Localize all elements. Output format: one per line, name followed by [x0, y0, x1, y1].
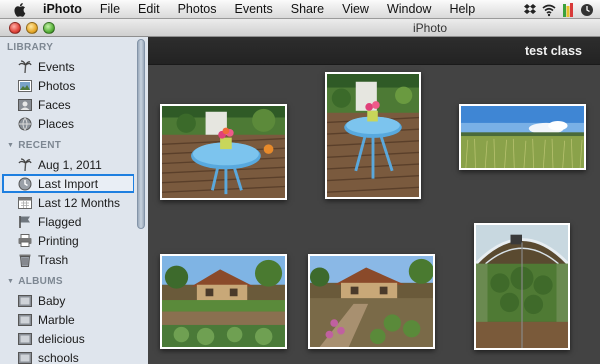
- garden-house-image: [162, 256, 285, 347]
- sidebar-item-label: Faces: [38, 97, 71, 112]
- sidebar-item-last-import[interactable]: Last Import: [2, 174, 135, 193]
- apple-menu-icon[interactable]: [11, 2, 29, 17]
- sidebar-scrollbar[interactable]: [134, 37, 148, 364]
- sidebar-item-label: Marble: [38, 312, 75, 327]
- sidebar-scroll-thumb[interactable]: [137, 39, 145, 229]
- album-icon: [17, 351, 32, 364]
- sidebar-item-places[interactable]: Places: [0, 114, 147, 133]
- sidebar-item-label: Places: [38, 116, 75, 131]
- clock-icon[interactable]: [580, 3, 594, 17]
- event-header-bar: test class: [148, 37, 600, 65]
- section-header-library[interactable]: LIBRARY: [0, 39, 147, 57]
- clock-icon: [17, 177, 32, 191]
- section-title-albums: ALBUMS: [18, 276, 63, 287]
- sidebar-item-faces[interactable]: Faces: [0, 95, 147, 114]
- album-icon: [17, 332, 32, 346]
- sidebar-item-events[interactable]: Events: [0, 57, 147, 76]
- sidebar-item-last-12-months[interactable]: Last 12 Months: [0, 193, 147, 212]
- sidebar-item-album-schools[interactable]: schools: [0, 348, 147, 364]
- window-title-bar: iPhoto: [0, 19, 600, 37]
- menu-photos[interactable]: Photos: [169, 0, 226, 19]
- patio-table-with-flowers-image: [162, 106, 285, 198]
- sidebar-item-label: Baby: [38, 293, 66, 308]
- sidebar-item-photos[interactable]: Photos: [0, 76, 147, 95]
- sidebar-item-label: Events: [38, 59, 75, 74]
- album-icon: [17, 294, 32, 308]
- photo-thumbnail[interactable]: [474, 223, 570, 350]
- sidebar-item-label: delicious: [38, 331, 85, 346]
- sidebar-item-label: Aug 1, 2011: [38, 157, 102, 172]
- photo-thumbnail[interactable]: [308, 254, 435, 349]
- wifi-icon[interactable]: [542, 3, 556, 17]
- album-icon: [17, 313, 32, 327]
- menu-window[interactable]: Window: [378, 0, 440, 19]
- sidebar-item-label: Flagged: [38, 214, 82, 229]
- sidebar-item-label: Photos: [38, 78, 76, 93]
- menu-bar: iPhoto File Edit Photos Events Share Vie…: [0, 0, 600, 19]
- dropbox-icon[interactable]: [523, 3, 537, 17]
- sidebar-item-label: Last Import: [38, 176, 99, 191]
- menu-share[interactable]: Share: [282, 0, 333, 19]
- menu-view[interactable]: View: [333, 0, 378, 19]
- sidebar-item-label: Printing: [38, 233, 79, 248]
- sidebar-item-album-delicious[interactable]: delicious: [0, 329, 147, 348]
- sidebar-item-trash[interactable]: Trash: [0, 250, 147, 269]
- section-title-recent: RECENT: [18, 140, 62, 151]
- disclosure-triangle-icon[interactable]: ▼: [7, 273, 14, 291]
- section-header-recent[interactable]: ▼ RECENT: [0, 137, 147, 155]
- globe-icon: [17, 117, 32, 131]
- menu-file[interactable]: File: [91, 0, 129, 19]
- window-title: iPhoto: [412, 21, 448, 35]
- section-header-albums[interactable]: ▼ ALBUMS: [0, 273, 147, 291]
- palm-tree-icon: [17, 157, 32, 172]
- sidebar-item-label: Trash: [38, 252, 69, 267]
- disclosure-triangle-icon[interactable]: ▼: [7, 137, 14, 155]
- greenhouse-interior-image: [476, 225, 568, 348]
- event-title[interactable]: test class: [525, 37, 582, 65]
- palm-tree-icon: [17, 59, 32, 74]
- sidebar-item-printing[interactable]: Printing: [0, 231, 147, 250]
- trash-icon: [17, 253, 32, 267]
- menu-events[interactable]: Events: [226, 0, 282, 19]
- wheat-field-image: [461, 106, 584, 168]
- source-list-sidebar: LIBRARY Events Photos Faces Places ▼ REC…: [0, 37, 148, 364]
- sidebar-item-album-baby[interactable]: Baby: [0, 291, 147, 310]
- sidebar-item-flagged[interactable]: Flagged: [0, 212, 147, 231]
- menu-edit[interactable]: Edit: [129, 0, 169, 19]
- garden-house-flowers-image: [310, 256, 433, 347]
- sidebar-item-label: schools: [38, 350, 79, 364]
- photo-thumbnail[interactable]: [325, 72, 421, 199]
- sidebar-item-album-marble[interactable]: Marble: [0, 310, 147, 329]
- sidebar-item-aug-1-2011[interactable]: Aug 1, 2011: [0, 155, 147, 174]
- battery-meter-icon[interactable]: [561, 2, 575, 17]
- photo-icon: [17, 79, 32, 93]
- menu-help[interactable]: Help: [440, 0, 484, 19]
- sidebar-item-label: Last 12 Months: [38, 195, 121, 210]
- photo-thumbnail[interactable]: [459, 104, 586, 170]
- calendar-icon: [17, 196, 32, 210]
- menu-app-name[interactable]: iPhoto: [39, 0, 91, 19]
- section-title-library: LIBRARY: [7, 42, 54, 53]
- photo-thumbnail[interactable]: [160, 104, 287, 200]
- faces-icon: [17, 98, 32, 112]
- photo-browser: test class: [148, 37, 600, 364]
- printer-icon: [17, 234, 32, 248]
- flag-icon: [17, 215, 32, 229]
- patio-table-with-flowers-portrait-image: [327, 74, 419, 197]
- photo-thumbnail[interactable]: [160, 254, 287, 349]
